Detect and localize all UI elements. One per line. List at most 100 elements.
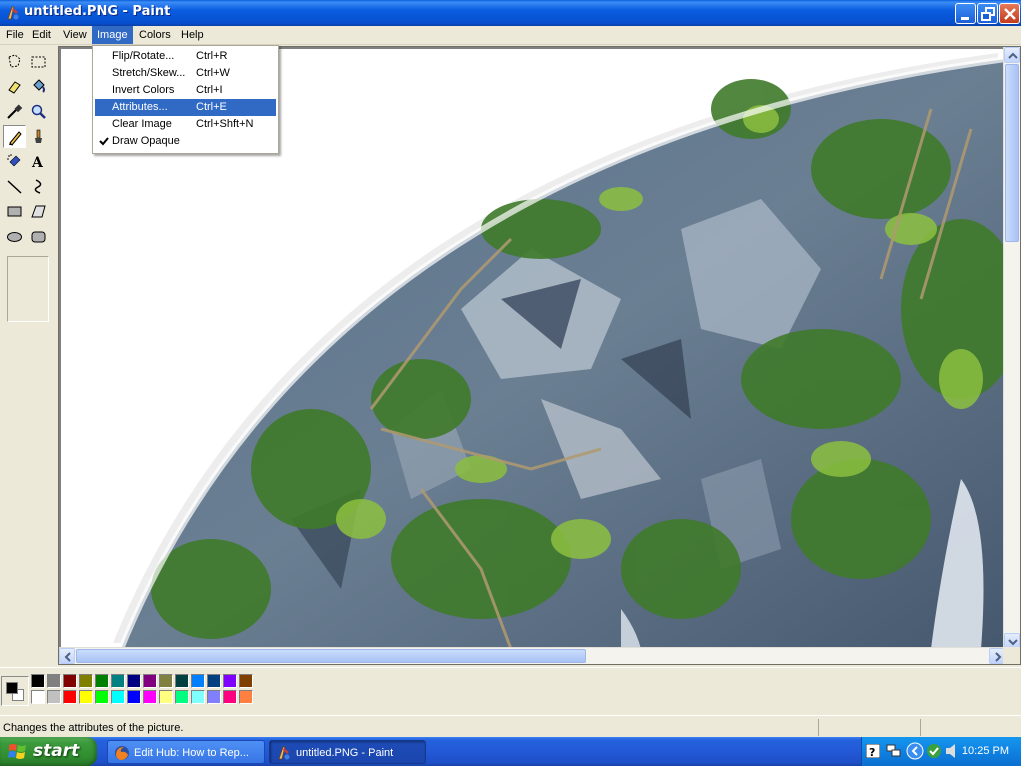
palette-swatch[interactable]: [223, 690, 237, 704]
palette-swatch[interactable]: [207, 690, 221, 704]
rounded-rectangle-icon[interactable]: [27, 225, 50, 248]
scroll-corner: [1003, 647, 1020, 664]
palette-swatch[interactable]: [79, 690, 93, 704]
palette-swatch[interactable]: [175, 690, 189, 704]
network-icon[interactable]: [886, 743, 902, 762]
palette-swatch[interactable]: [47, 674, 61, 688]
palette-swatch[interactable]: [31, 674, 45, 688]
title-bar[interactable]: untitled.PNG - Paint: [0, 0, 1021, 26]
menu-stretch-skew[interactable]: Stretch/Skew... Ctrl+W: [95, 65, 276, 82]
eraser-icon[interactable]: [3, 75, 26, 98]
close-button[interactable]: [999, 3, 1020, 24]
menu-clear-image[interactable]: Clear Image Ctrl+Shft+N: [95, 116, 276, 133]
curve-icon[interactable]: [27, 175, 50, 198]
start-label: start: [33, 741, 80, 761]
windows-logo-icon: [8, 744, 26, 759]
rectangle-icon[interactable]: [3, 200, 26, 223]
palette-swatch[interactable]: [79, 674, 93, 688]
ellipse-icon[interactable]: [3, 225, 26, 248]
status-text: Changes the attributes of the picture.: [3, 722, 184, 734]
tool-box: A: [0, 46, 56, 666]
palette-swatch[interactable]: [143, 674, 157, 688]
foreground-color: [6, 682, 18, 694]
menu-colors[interactable]: Colors: [134, 26, 176, 44]
menu-edit[interactable]: Edit: [27, 26, 56, 44]
menu-image[interactable]: Image: [92, 26, 133, 44]
color-box: [0, 667, 1021, 713]
free-form-select-icon[interactable]: [3, 50, 26, 73]
vertical-scroll-thumb[interactable]: [1005, 64, 1019, 242]
palette-swatch[interactable]: [95, 690, 109, 704]
palette-swatch[interactable]: [95, 674, 109, 688]
menu-view[interactable]: View: [58, 26, 92, 44]
scroll-up-button[interactable]: [1004, 47, 1020, 63]
palette-swatch[interactable]: [127, 674, 141, 688]
svg-text:A: A: [31, 155, 44, 170]
horizontal-scroll-thumb[interactable]: [76, 649, 586, 663]
firefox-icon: [114, 745, 130, 763]
clock: 10:25 PM: [961, 745, 1009, 757]
checkmark-icon: [99, 133, 109, 156]
palette-swatch[interactable]: [47, 690, 61, 704]
palette-swatch[interactable]: [111, 674, 125, 688]
fill-bucket-icon[interactable]: [27, 75, 50, 98]
task-edit-hub[interactable]: Edit Hub: How to Rep...: [107, 740, 265, 764]
pencil-icon[interactable]: [3, 125, 26, 148]
paint-app-icon[interactable]: [5, 5, 21, 21]
palette-swatch[interactable]: [31, 690, 45, 704]
start-button[interactable]: start: [0, 737, 97, 766]
system-tray: ? 10:25 PM: [861, 737, 1021, 766]
color-picker-icon[interactable]: [3, 100, 26, 123]
palette-swatch[interactable]: [63, 690, 77, 704]
palette-swatch[interactable]: [239, 690, 253, 704]
task-paint[interactable]: untitled.PNG - Paint: [269, 740, 426, 764]
palette-swatch[interactable]: [191, 690, 205, 704]
status-size-cell: [920, 719, 1020, 736]
menu-flip-rotate[interactable]: Flip/Rotate... Ctrl+R: [95, 48, 276, 65]
help-icon[interactable]: ?: [865, 743, 881, 761]
current-colors: [1, 676, 29, 706]
window-title: untitled.PNG - Paint: [24, 4, 171, 19]
menu-help[interactable]: Help: [176, 26, 209, 44]
airbrush-icon[interactable]: [3, 150, 26, 173]
status-position-cell: [818, 719, 918, 736]
palette-swatch[interactable]: [175, 674, 189, 688]
status-bar: Changes the attributes of the picture.: [0, 715, 1021, 737]
task-label: untitled.PNG - Paint: [296, 747, 394, 759]
palette-swatch[interactable]: [63, 674, 77, 688]
horizontal-scrollbar[interactable]: [59, 647, 1005, 664]
palette-swatch[interactable]: [207, 674, 221, 688]
image-menu-dropdown: Flip/Rotate... Ctrl+R Stretch/Skew... Ct…: [92, 45, 279, 154]
menu-file[interactable]: File: [1, 26, 29, 44]
magnifier-icon[interactable]: [27, 100, 50, 123]
restore-button[interactable]: [977, 3, 998, 24]
palette-swatch[interactable]: [159, 690, 173, 704]
svg-text:?: ?: [869, 746, 875, 758]
menu-draw-opaque[interactable]: Draw Opaque: [95, 133, 276, 150]
select-icon[interactable]: [27, 50, 50, 73]
paint-icon: [276, 745, 292, 763]
palette-swatch[interactable]: [239, 674, 253, 688]
menu-invert-colors[interactable]: Invert Colors Ctrl+I: [95, 82, 276, 99]
menu-attributes[interactable]: Attributes... Ctrl+E: [95, 99, 276, 116]
taskbar: start Edit Hub: How to Rep... untitled.P…: [0, 737, 1021, 766]
palette-swatch[interactable]: [111, 690, 125, 704]
vertical-scrollbar[interactable]: [1003, 47, 1020, 649]
scroll-left-button[interactable]: [59, 648, 75, 664]
show-hidden-icons-button[interactable]: [906, 742, 924, 763]
security-icon[interactable]: [926, 743, 942, 762]
palette-swatch[interactable]: [159, 674, 173, 688]
tool-options-panel[interactable]: [7, 256, 49, 322]
menu-bar: File Edit View Image Colors Help: [0, 26, 1021, 45]
brush-icon[interactable]: [27, 125, 50, 148]
palette-swatch[interactable]: [191, 674, 205, 688]
volume-icon[interactable]: [944, 743, 960, 762]
palette-swatch[interactable]: [143, 690, 157, 704]
task-label: Edit Hub: How to Rep...: [134, 747, 249, 759]
palette-swatch[interactable]: [223, 674, 237, 688]
palette-swatch[interactable]: [127, 690, 141, 704]
text-icon[interactable]: A: [27, 150, 50, 173]
line-icon[interactable]: [3, 175, 26, 198]
minimize-button[interactable]: [955, 3, 976, 24]
polygon-icon[interactable]: [27, 200, 50, 223]
